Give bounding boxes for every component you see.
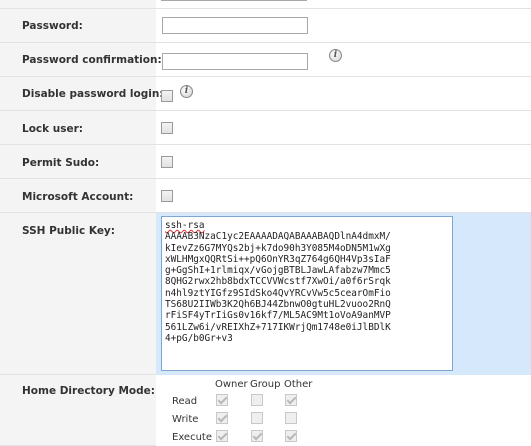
label-cell — [0, 0, 156, 9]
permit-sudo-checkbox[interactable] — [161, 156, 173, 168]
disable-password-login-checkbox[interactable] — [161, 90, 173, 102]
microsoft-account-checkbox[interactable] — [161, 190, 173, 202]
form-row-lock-user: Lock user: — [0, 111, 531, 145]
home-directory-mode-label: Home Directory Mode: — [22, 385, 155, 397]
value-cell — [156, 179, 531, 213]
ssh-public-key-textarea[interactable]: ssh-rsa AAAAB3NzaC1yc2EAAAADAQABAAABAQDl… — [161, 216, 453, 371]
permission-checkbox-read-owner[interactable] — [216, 394, 228, 406]
permission-checkbox-execute-group[interactable] — [251, 430, 263, 442]
permission-checkbox-read-other[interactable] — [285, 394, 297, 406]
microsoft-account-label: Microsoft Account: — [22, 191, 134, 203]
password-input[interactable] — [162, 17, 308, 34]
info-icon[interactable]: i — [180, 85, 193, 98]
previous-field-input[interactable] — [161, 0, 307, 1]
permission-column-group: Group — [250, 379, 281, 390]
password-label: Password: — [22, 20, 83, 32]
form-row-permit-sudo: Permit Sudo: — [0, 145, 531, 179]
lock-user-checkbox[interactable] — [161, 122, 173, 134]
permission-checkbox-read-group[interactable] — [251, 394, 263, 406]
permission-checkbox-write-group[interactable] — [251, 412, 263, 424]
form-row-top-partial — [0, 0, 531, 9]
permission-row-write: Write — [172, 414, 199, 425]
disable-password-login-label: Disable password login: — [22, 88, 164, 100]
form-row-disable-password-login: Disable password login: i — [0, 77, 531, 111]
form-row-microsoft-account: Microsoft Account: — [0, 179, 531, 213]
info-icon[interactable]: i — [329, 49, 342, 62]
permission-row-execute: Execute — [172, 432, 212, 443]
password-confirmation-input[interactable] — [162, 53, 308, 70]
form-row-password-confirmation: Password confirmation: i — [0, 43, 531, 77]
ssh-public-key-label: SSH Public Key: — [22, 225, 115, 237]
ssh-key-type: ssh-rsa — [165, 220, 205, 231]
value-cell — [156, 375, 531, 446]
value-cell — [156, 0, 531, 9]
value-cell — [156, 77, 531, 111]
permission-row-read: Read — [172, 396, 198, 407]
permit-sudo-label: Permit Sudo: — [22, 157, 100, 169]
permission-column-other: Other — [284, 379, 313, 390]
ssh-key-body: AAAAB3NzaC1yc2EAAAADAQABAAABAQDlnA4dmxM/… — [165, 231, 391, 344]
value-cell — [156, 111, 531, 145]
label-cell — [0, 213, 156, 375]
permission-checkbox-write-other[interactable] — [285, 412, 297, 424]
value-cell — [156, 145, 531, 179]
form-row-password: Password: — [0, 9, 531, 43]
permission-checkbox-execute-owner[interactable] — [216, 430, 228, 442]
password-confirmation-label: Password confirmation: — [22, 54, 162, 66]
permission-checkbox-execute-other[interactable] — [285, 430, 297, 442]
permission-checkbox-write-owner[interactable] — [216, 412, 228, 424]
permission-column-owner: Owner — [215, 379, 248, 390]
lock-user-label: Lock user: — [22, 123, 83, 135]
